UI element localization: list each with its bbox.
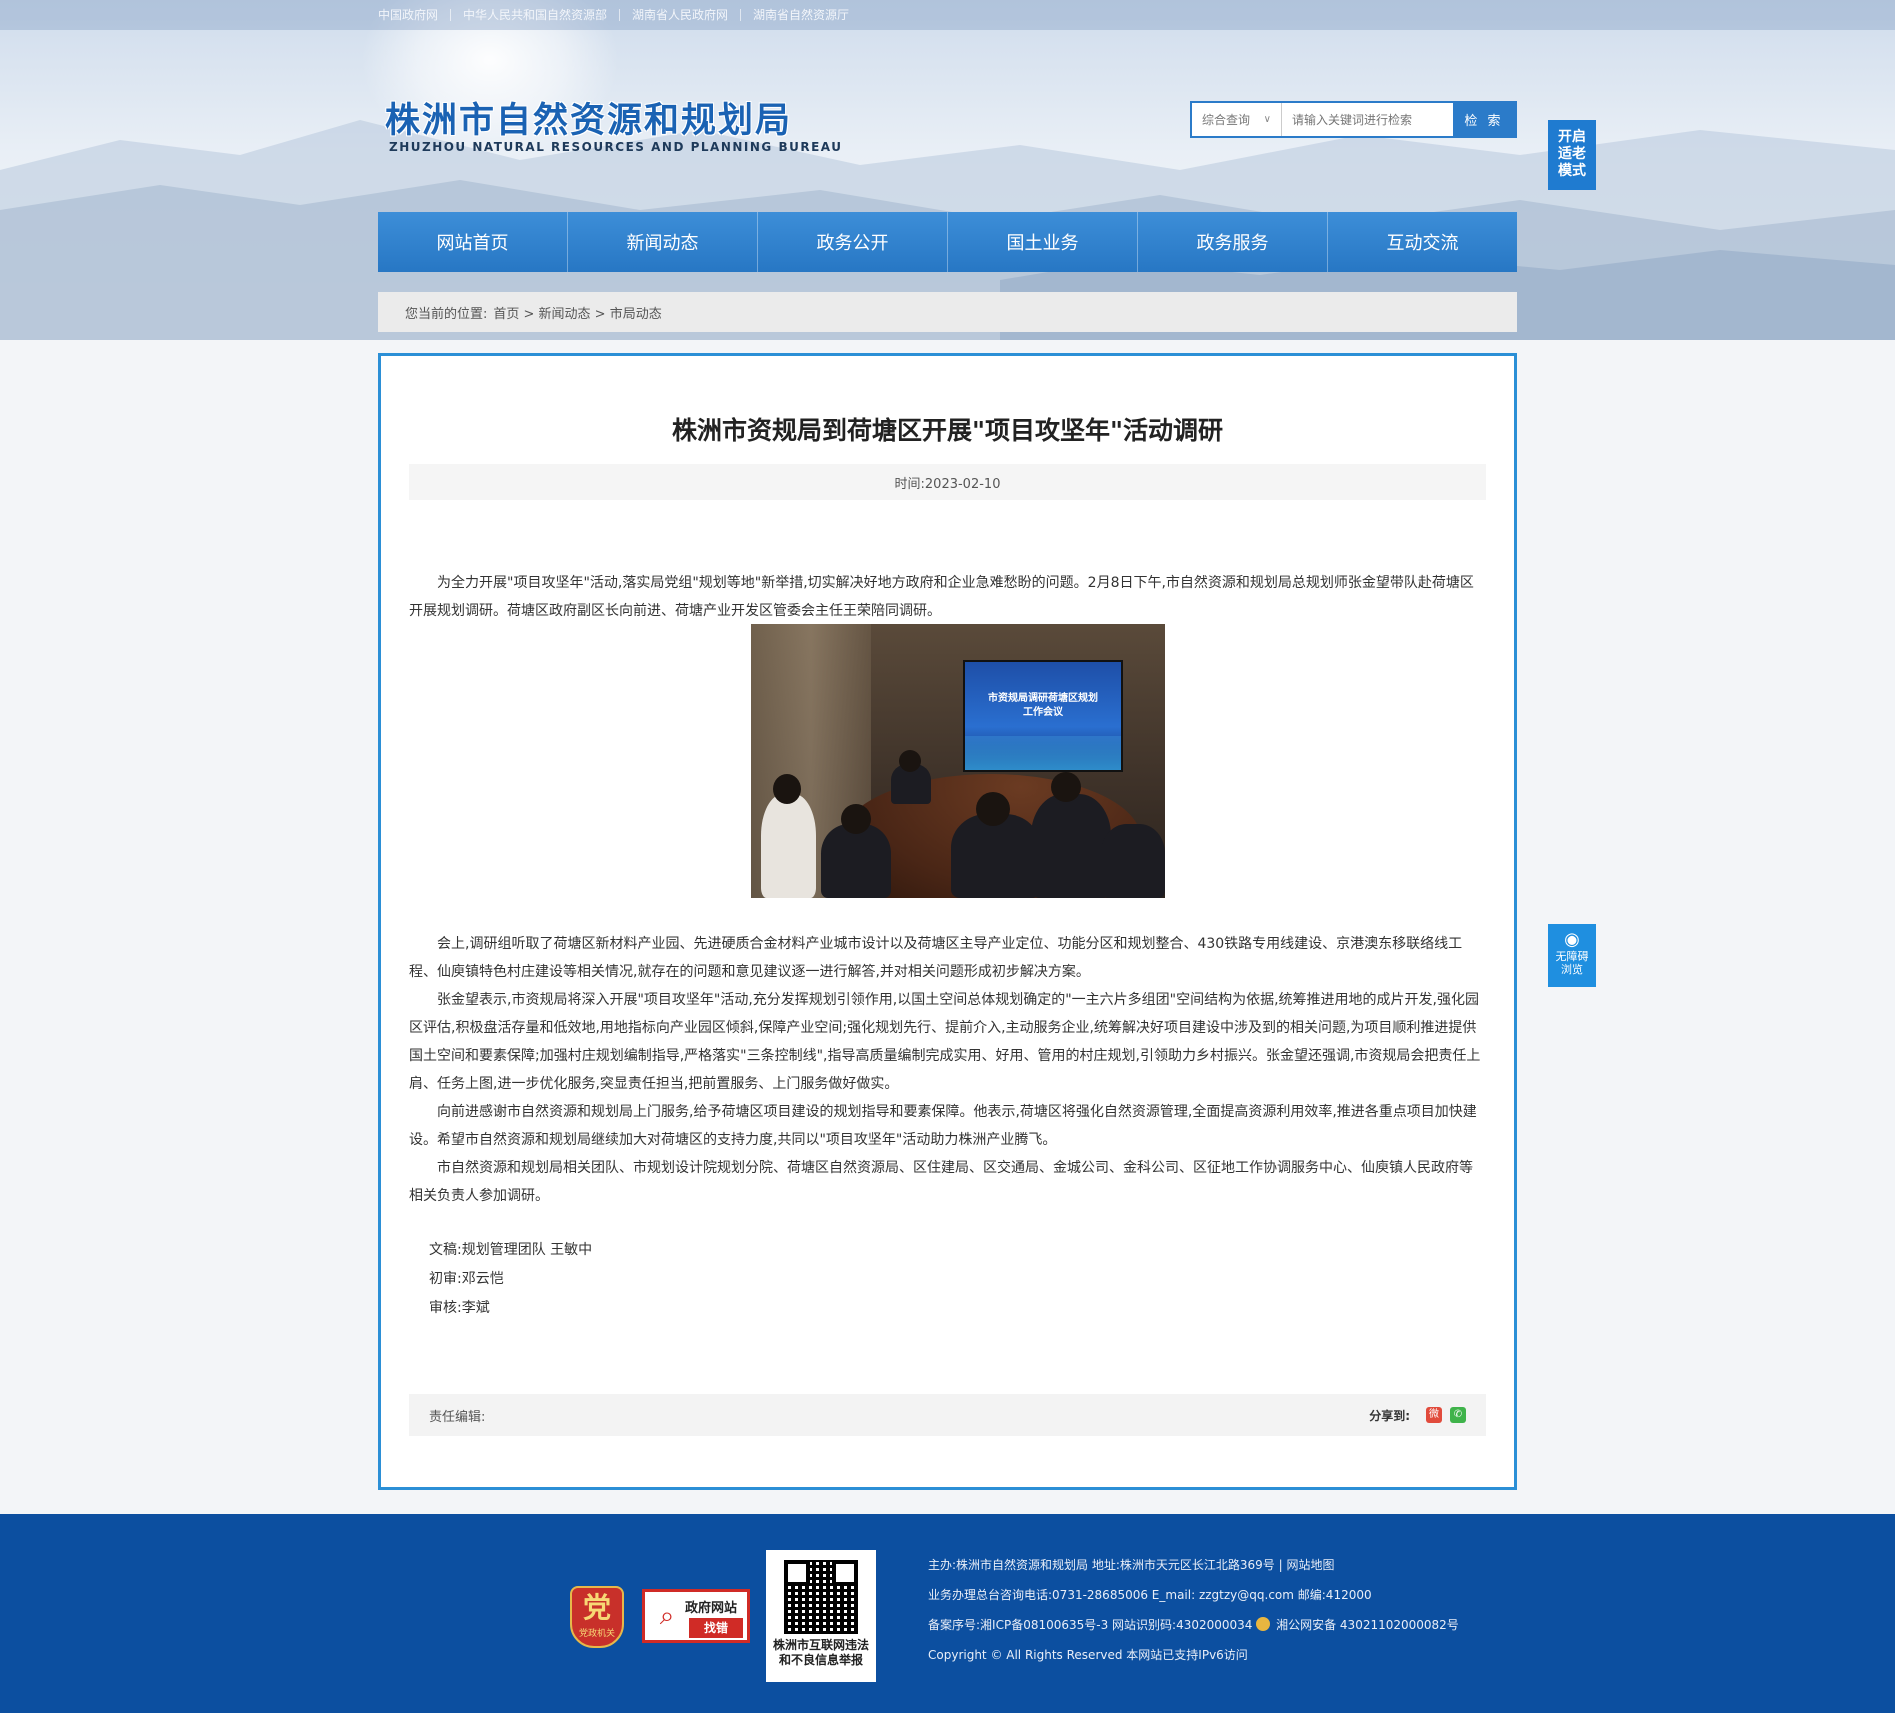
site-logo-title[interactable]: 株洲市自然资源和规划局 (385, 92, 792, 143)
photo-person (821, 824, 891, 898)
photo-head (976, 792, 1010, 826)
elder-mode-line1: 开启 (1558, 129, 1586, 145)
photo-head (899, 750, 921, 772)
article-credits: 文稿:规划管理团队 王敏中 初审:邓云恺 审核:李斌 (429, 1236, 592, 1323)
accessibility-line1: 无障碍 (1555, 950, 1589, 963)
article-paragraph-3: 张金望表示,市资规局将深入开展"项目攻坚年"活动,充分发挥规划引领作用,以国土空… (409, 992, 1481, 1092)
elder-mode-line3: 模式 (1558, 163, 1586, 179)
photo-screen-city (965, 736, 1121, 770)
police-badge-icon (1256, 1617, 1271, 1631)
search-scope-value: 综合查询 (1202, 113, 1251, 127)
main-nav: 网站首页 新闻动态 政务公开 国土业务 政务服务 互动交流 (378, 212, 1517, 272)
search-input[interactable] (1282, 103, 1453, 136)
site-logo-subtitle: ZHUZHOU NATURAL RESOURCES AND PLANNING B… (389, 140, 843, 154)
article-footer-bar: 责任编辑: 分享到: 微 ✆ (409, 1394, 1486, 1436)
share-area: 分享到: 微 ✆ (1369, 1407, 1466, 1424)
credit-first-review: 初审:邓云恺 (429, 1271, 504, 1287)
credit-final-review: 审核:李斌 (429, 1300, 490, 1316)
gov-site-error-badge[interactable]: ⌕ 政府网站 找错 (642, 1589, 750, 1643)
article-paragraph-5: 市自然资源和规划局相关团队、市规划设计院规划分院、荷塘区自然资源局、区住建局、区… (409, 1160, 1473, 1204)
nav-item-gov-info[interactable]: 政务公开 (757, 212, 947, 272)
top-link-gov[interactable]: 中国政府网 (378, 9, 450, 21)
breadcrumb-label: 您当前的位置: (405, 306, 488, 322)
top-link-hunan-gov[interactable]: 湖南省人民政府网 (619, 9, 740, 21)
photo-head (841, 804, 871, 834)
weibo-icon[interactable]: 微 (1426, 1407, 1442, 1423)
article-panel: 株洲市资规局到荷塘区开展"项目攻坚年"活动调研 时间:2023-02-10 为全… (378, 353, 1517, 1490)
footer-copyright: Copyright © All Rights Reserved 本网站已支持IP… (928, 1648, 1248, 1662)
editor-label: 责任编辑: (429, 1409, 486, 1425)
party-gov-badge-label: 党政机关 (578, 1629, 615, 1639)
accessibility-line2: 浏览 (1561, 963, 1583, 976)
article-paragraph-1: 为全力开展"项目攻坚年"活动,落实局党组"规划等地"新举措,切实解决好地方政府和… (409, 575, 1474, 619)
footer-contact: 业务办理总台咨询电话:0731-28685006 E_mail: zzgtzy@… (928, 1588, 1372, 1602)
photo-person (1101, 824, 1165, 898)
photo-screen-line2: 工作会议 (1023, 707, 1063, 718)
accessibility-button[interactable]: ◉ 无障碍 浏览 (1548, 924, 1596, 987)
photo-screen-line1: 市资规局调研荷塘区规划 (988, 693, 1098, 704)
article-paragraph-4: 向前进感谢市自然资源和规划局上门服务,给予荷塘区项目建设的规划指导和要素保障。他… (409, 1104, 1477, 1148)
party-gov-badge[interactable]: 党 党政机关 (570, 1586, 624, 1648)
elder-mode-line2: 适老 (1558, 146, 1586, 162)
nav-item-home[interactable]: 网站首页 (378, 212, 567, 272)
photo-screen: 市资规局调研荷塘区规划 工作会议 (963, 660, 1123, 772)
footer-sponsor: 主办:株洲市自然资源和规划局 地址:株洲市天元区长江北路369号 | 网站地图 (928, 1558, 1335, 1572)
article-title: 株洲市资规局到荷塘区开展"项目攻坚年"活动调研 (671, 416, 1224, 445)
top-link-mnr[interactable]: 中华人民共和国自然资源部 (450, 9, 619, 21)
article-paragraph-2: 会上,调研组听取了荷塘区新材料产业园、先进硬质合金材料产业城市设计以及荷塘区主导… (409, 936, 1463, 980)
article-photo: 市资规局调研荷塘区规划 工作会议 (751, 624, 1165, 898)
qr-code-icon (784, 1560, 858, 1634)
nav-item-land[interactable]: 国土业务 (947, 212, 1137, 272)
footer-info: 主办:株洲市自然资源和规划局 地址:株洲市天元区长江北路369号 | 网站地图 … (928, 1550, 1459, 1670)
photo-head (1051, 772, 1081, 802)
party-gov-badge-glyph: 党 (582, 1591, 611, 1624)
nav-item-interaction[interactable]: 互动交流 (1327, 212, 1517, 272)
breadcrumb-path[interactable]: 首页 > 新闻动态 > 市局动态 (493, 303, 661, 322)
report-qr[interactable]: 株洲市互联网违法 和不良信息举报 (766, 1550, 876, 1682)
footer-record: 备案序号:湘ICP备08100635号-3 网站识别码:4302000034 湘… (928, 1610, 1459, 1640)
header-background (0, 0, 1895, 340)
search-box: 综合查询 ∨ 检 索 (1190, 101, 1517, 138)
footer-icp[interactable]: 备案序号:湘ICP备08100635号-3 网站识别码:4302000034 (928, 1618, 1252, 1632)
elder-mode-button[interactable]: 开启 适老 模式 (1548, 120, 1596, 190)
nav-item-news[interactable]: 新闻动态 (567, 212, 757, 272)
share-label: 分享到: (1369, 1408, 1410, 1423)
eye-icon: ◉ (1564, 929, 1580, 950)
magnifier-icon: ⌕ (659, 1601, 675, 1631)
photo-person (761, 794, 816, 898)
article-date: 时间:2023-02-10 (409, 464, 1486, 500)
top-links: 中国政府网 中华人民共和国自然资源部 湖南省人民政府网 湖南省自然资源厅 (378, 0, 861, 30)
gov-site-error-sub: 找错 (689, 1618, 743, 1638)
site-footer: 党 党政机关 ⌕ 政府网站 找错 株洲市互联网违法 和不良信息举报 主办:株洲市… (0, 1514, 1895, 1713)
top-link-hunan-nr[interactable]: 湖南省自然资源厅 (740, 9, 861, 21)
photo-head (773, 774, 801, 804)
credit-author: 文稿:规划管理团队 王敏中 (429, 1242, 593, 1258)
nav-item-services[interactable]: 政务服务 (1137, 212, 1327, 272)
search-scope-select[interactable]: 综合查询 ∨ (1192, 103, 1282, 136)
wechat-icon[interactable]: ✆ (1450, 1407, 1466, 1423)
footer-police-record[interactable]: 湘公网安备 43021102000082号 (1276, 1618, 1459, 1632)
top-link-bar (0, 0, 1895, 30)
qr-caption-line1: 株洲市互联网违法 (772, 1638, 869, 1652)
qr-caption-line2: 和不良信息举报 (778, 1653, 863, 1667)
gov-site-error-title: 政府网站 (685, 1601, 738, 1616)
photo-person (1031, 794, 1111, 898)
photo-person (951, 814, 1041, 898)
search-button[interactable]: 检 索 (1453, 103, 1515, 136)
breadcrumb: 您当前的位置: 首页 > 新闻动态 > 市局动态 (378, 292, 1517, 332)
chevron-down-icon: ∨ (1263, 114, 1271, 125)
